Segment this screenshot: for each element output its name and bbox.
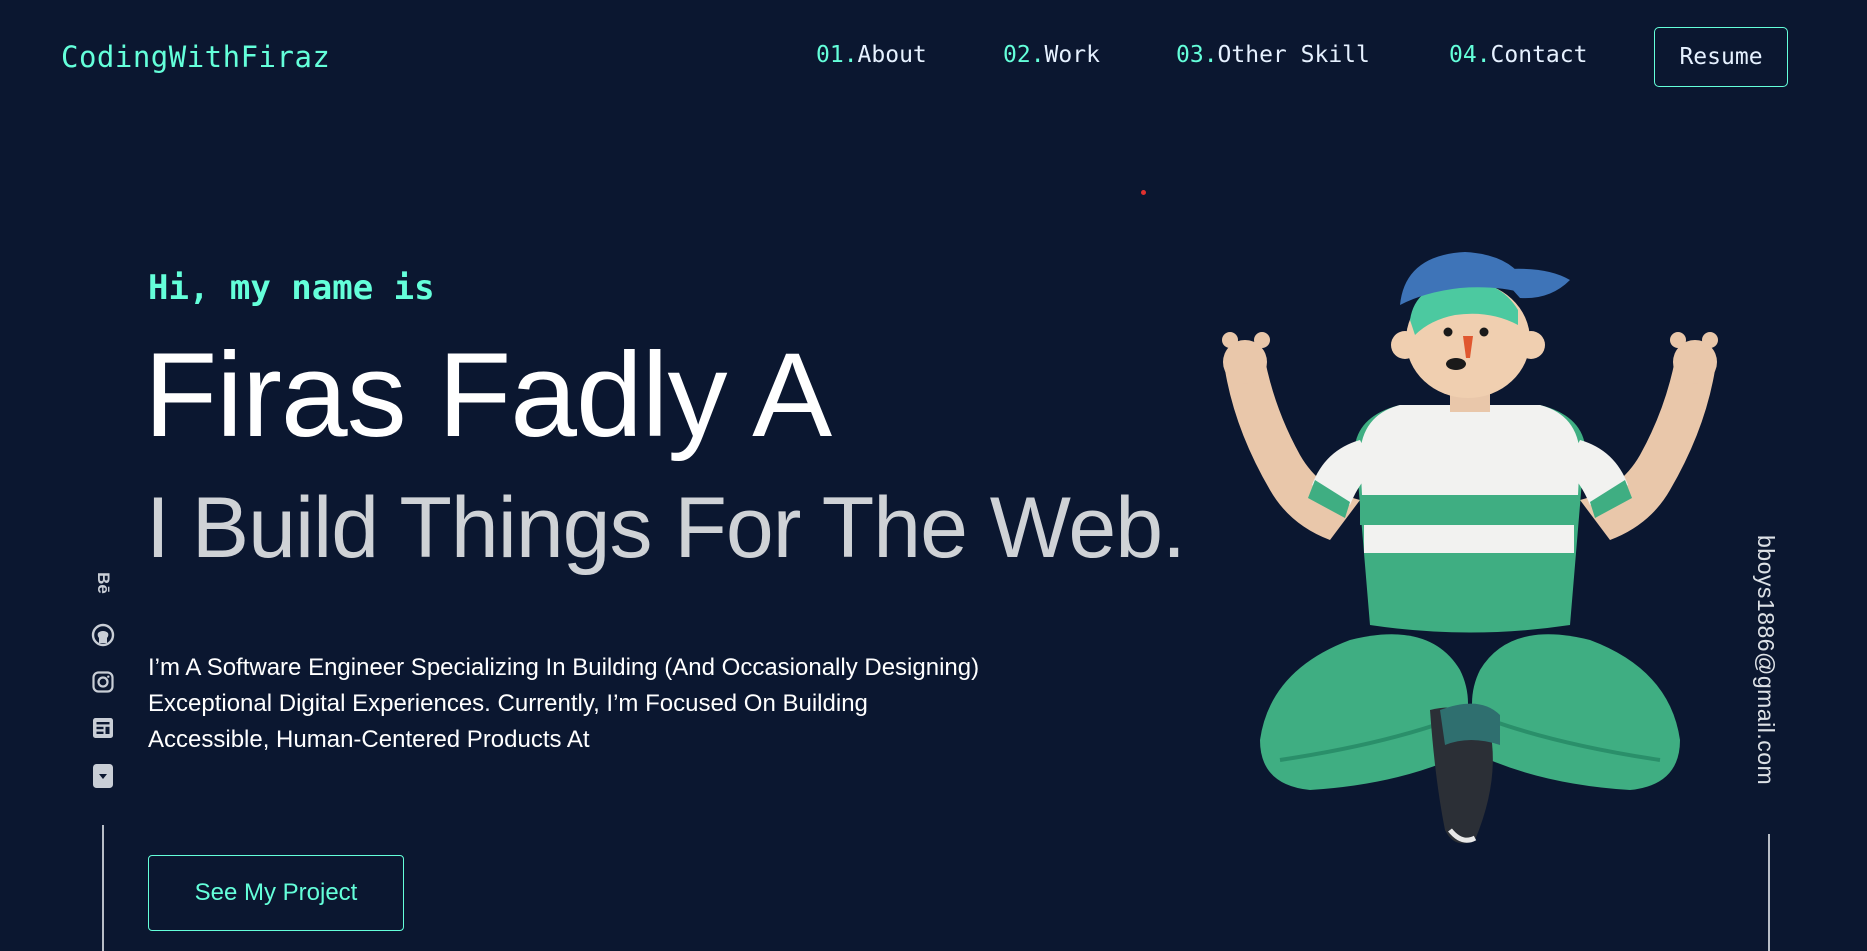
email-text[interactable]: bboys1886@gmail.com [1752, 535, 1779, 785]
right-rail-line [1768, 834, 1770, 951]
github-icon[interactable] [90, 622, 116, 648]
left-rail-line [102, 825, 104, 951]
hero-description: I’m A Software Engineer Specializing In … [148, 650, 1048, 758]
blog-icon[interactable] [90, 715, 116, 741]
hero-tagline: I Build Things For The Web. [146, 480, 1186, 576]
download-icon[interactable] [90, 763, 116, 789]
email-link[interactable]: bboys1886@gmail.com [1752, 535, 1792, 800]
nav-item-about[interactable]: 01.About [816, 42, 927, 68]
nav-label: About [857, 42, 927, 68]
nav-number: 04. [1449, 42, 1491, 68]
behance-icon-glyph: Bē [93, 572, 113, 594]
description-line: Accessible, Human-Centered Products At [148, 726, 590, 753]
nav-number: 01. [816, 42, 858, 68]
resume-button[interactable]: Resume [1654, 27, 1788, 87]
meditating-character-illustration [1222, 252, 1718, 844]
main-nav: 01.About 02.Work 03.Other Skill 04.Conta… [0, 42, 1867, 72]
nav-item-contact[interactable]: 04.Contact [1449, 42, 1587, 68]
nav-label: Other Skill [1217, 42, 1370, 68]
hero-greeting: Hi, my name is [148, 268, 435, 308]
nav-number: 03. [1176, 42, 1218, 68]
description-line: I’m A Software Engineer Specializing In … [148, 654, 980, 681]
nav-item-work[interactable]: 02.Work [1003, 42, 1100, 68]
decorative-dot [1141, 190, 1146, 195]
see-project-button[interactable]: See My Project [148, 855, 404, 931]
behance-icon[interactable]: Bē [90, 570, 116, 596]
nav-item-other-skill[interactable]: 03.Other Skill [1176, 42, 1370, 68]
nav-label: Contact [1490, 42, 1588, 68]
nav-number: 02. [1003, 42, 1045, 68]
instagram-icon[interactable] [90, 669, 116, 695]
nav-label: Work [1044, 42, 1100, 68]
hero-name: Firas Fadly A [144, 328, 832, 462]
description-line: Exceptional Digital Experiences. Current… [148, 690, 868, 717]
